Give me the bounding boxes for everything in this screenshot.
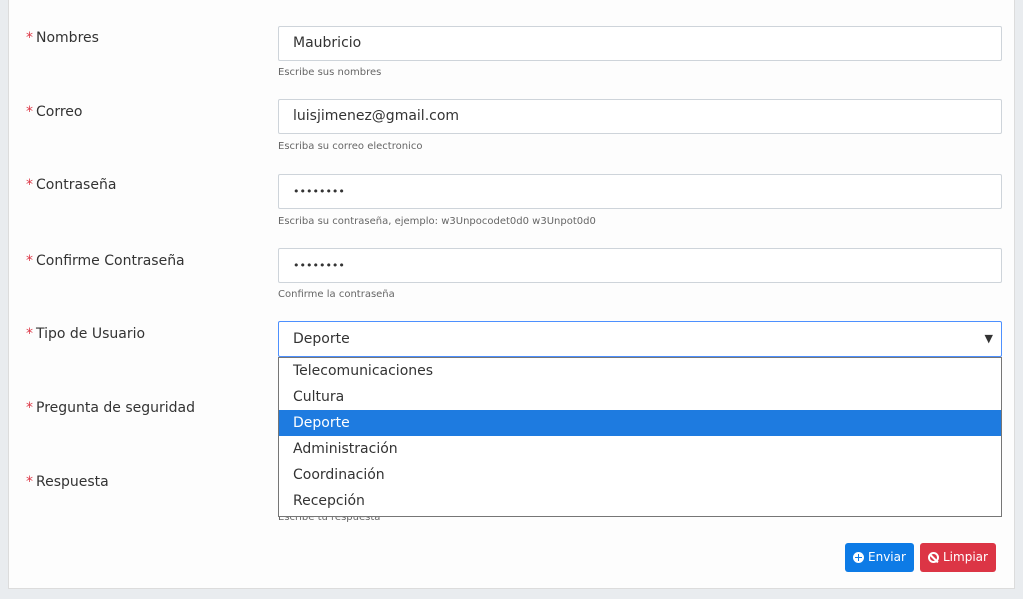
required-mark: * [26,326,33,342]
ban-icon [928,552,939,563]
confirmar-help: Confirme la contraseña [278,289,395,300]
required-mark: * [26,253,33,269]
contrasena-input[interactable]: •••••••• [278,174,1002,209]
nombres-label: * Nombres [26,30,99,46]
option-cultura[interactable]: Cultura [279,384,1001,410]
confirmar-label: * Confirme Contraseña [26,253,185,269]
clear-button[interactable]: Limpiar [920,543,996,572]
pregunta-label: * Pregunta de seguridad [26,400,195,416]
send-button-label: Enviar [868,550,906,564]
tipo-usuario-select[interactable]: Deporte ▼ [278,321,1002,357]
required-mark: * [26,474,33,490]
option-administracion[interactable]: Administración [279,436,1001,462]
contrasena-help: Escriba su contraseña, ejemplo: w3Unpoco… [278,216,596,227]
tipo-usuario-dropdown: Telecomunicaciones Cultura Deporte Admin… [278,357,1002,517]
option-deporte[interactable]: Deporte [279,410,1001,436]
respuesta-label: * Respuesta [26,474,109,490]
clear-button-label: Limpiar [943,550,988,564]
nombres-help: Escribe sus nombres [278,67,382,78]
nombres-input[interactable]: Maubricio [278,26,1002,61]
caret-down-icon[interactable]: ▼ [985,322,993,356]
correo-help: Escriba su correo electronico [278,141,423,152]
option-telecomunicaciones[interactable]: Telecomunicaciones [279,358,1001,384]
contrasena-label: * Contraseña [26,177,116,193]
plus-circle-icon [853,552,864,563]
required-mark: * [26,177,33,193]
tipo-usuario-label: * Tipo de Usuario [26,326,145,342]
required-mark: * [26,30,33,46]
send-button[interactable]: Enviar [845,543,914,572]
confirmar-label-text: Confirme Contraseña [36,253,185,269]
tipo-usuario-selected: Deporte [293,331,350,347]
option-coordinacion[interactable]: Coordinación [279,462,1001,488]
required-mark: * [26,104,33,120]
respuesta-label-text: Respuesta [36,474,109,490]
correo-label: * Correo [26,104,82,120]
pregunta-label-text: Pregunta de seguridad [36,400,196,416]
tipo-usuario-label-text: Tipo de Usuario [36,326,146,342]
correo-input[interactable]: luisjimenez@gmail.com [278,99,1002,134]
nombres-label-text: Nombres [36,30,99,46]
contrasena-label-text: Contraseña [36,177,117,193]
confirmar-input[interactable]: •••••••• [278,248,1002,283]
correo-label-text: Correo [36,104,83,120]
option-recepcion[interactable]: Recepción [279,488,1001,514]
required-mark: * [26,400,33,416]
